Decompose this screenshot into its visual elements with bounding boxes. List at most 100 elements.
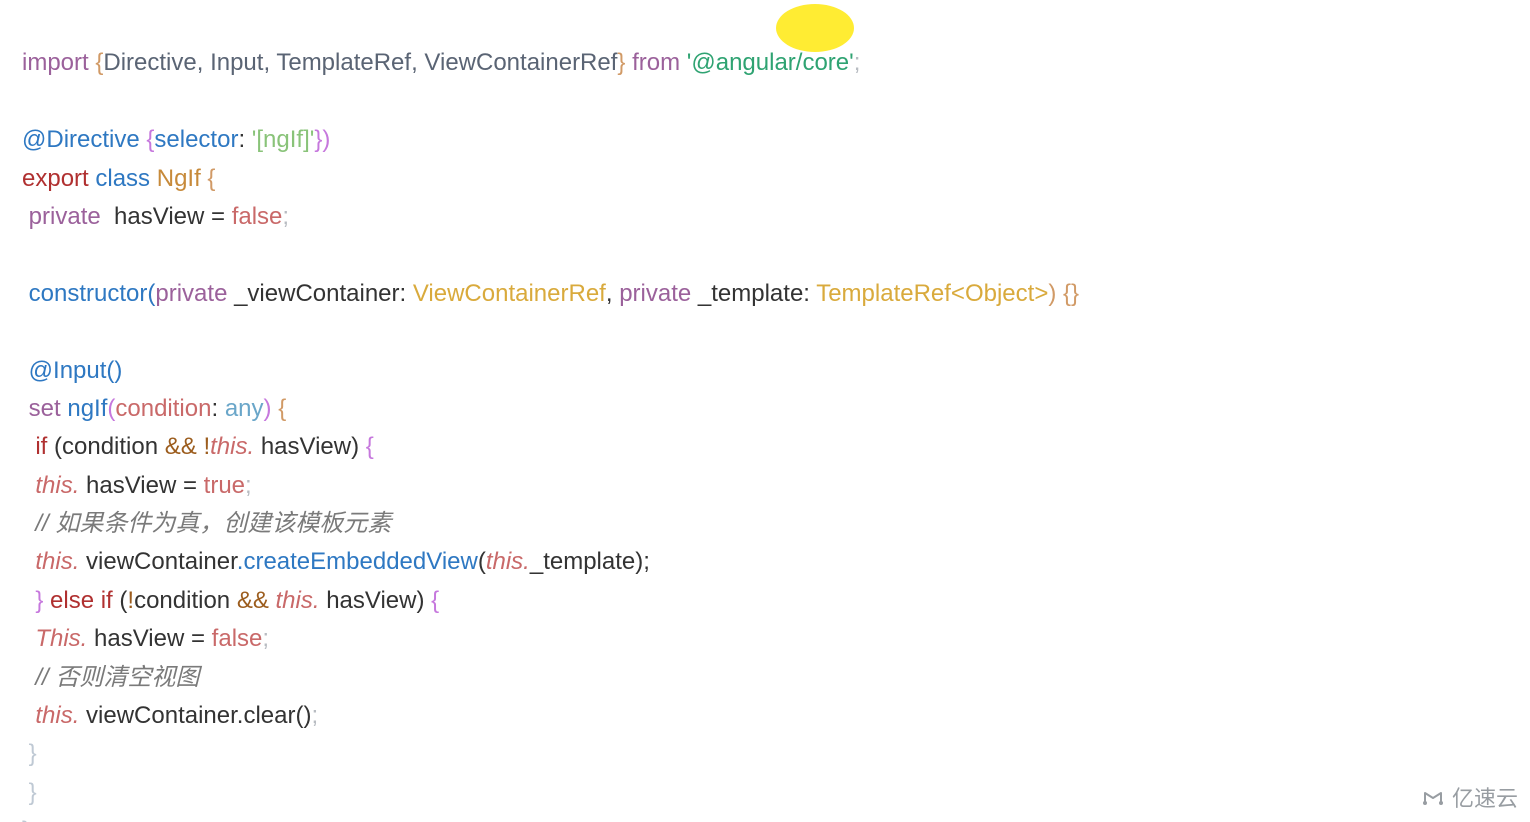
line-19: } [22, 740, 37, 767]
space [254, 433, 261, 460]
param-template: _template [698, 280, 803, 307]
line-11: if (condition && !this. hasView) { [22, 433, 374, 460]
line-15: } else if (!condition && this. hasView) … [22, 587, 439, 614]
call-clear: viewContainer.clear() [86, 702, 311, 729]
kw-private: private [22, 203, 114, 230]
watermark: 亿速云 [1420, 781, 1518, 816]
line-3: @Directive {selector: '[ngIf]'}) [22, 126, 330, 153]
line-10: set ngIf(condition: any) { [22, 395, 286, 422]
kw-export: export [22, 165, 95, 192]
line-4: export class NgIf { [22, 165, 215, 192]
line-20: } [22, 779, 37, 806]
prop-hasview: hasView = [94, 625, 212, 652]
paren: ( [478, 548, 486, 575]
kw-this: this. [35, 472, 79, 499]
kw-this-cap: This. [35, 625, 87, 652]
param-viewcontainer: _viewContainer [234, 280, 399, 307]
prop-viewcontainer: viewContainer [86, 548, 237, 575]
indent [22, 625, 35, 652]
line-1: import {Directive, Input, TemplateRef, V… [22, 49, 860, 76]
code-block: import { Directive, Input, TemplateRef, V… [0, 0, 1530, 822]
comma: , [606, 280, 619, 307]
kw-set: set [22, 395, 67, 422]
semicolon: ; [282, 203, 289, 230]
indent [22, 702, 35, 729]
kw-this: this. [35, 548, 79, 575]
paren: ) [322, 126, 330, 153]
indent [22, 548, 35, 575]
kw-this: this. [35, 702, 79, 729]
selector-key: selector [154, 126, 238, 153]
paren: ) [416, 587, 431, 614]
line-5: private hasView = false; [22, 203, 289, 230]
colon: : [211, 395, 224, 422]
kw-class: class [95, 165, 156, 192]
indent [22, 587, 35, 614]
literal-true: true [204, 472, 245, 499]
module-name: @angular/core [691, 49, 849, 76]
semicolon: ; [262, 625, 269, 652]
comment-clear: // 否则清空视图 [35, 664, 199, 691]
paren-sc: ); [635, 548, 650, 575]
watermark-logo-icon [1420, 788, 1446, 808]
prop-hasview: hasView = [86, 472, 204, 499]
method-createembeddedview: createEmbeddedView [243, 548, 477, 575]
indent [22, 472, 35, 499]
kw-import: import [22, 49, 95, 76]
line-9: @Input() [22, 357, 122, 384]
line-18: this. viewContainer.clear(); [22, 702, 318, 729]
decorator-directive: @Directive [22, 126, 146, 153]
paren: ) [264, 395, 279, 422]
indent [22, 664, 35, 691]
decorator-input: @Input() [22, 357, 122, 384]
line-16: This. hasView = false; [22, 625, 269, 652]
param-condition: condition [115, 395, 211, 422]
kw-this: this. [276, 587, 320, 614]
constructor: constructor( [22, 280, 155, 307]
indent [22, 779, 29, 806]
line-14: this. viewContainer.createEmbeddedView(t… [22, 548, 650, 575]
ctor-end: ) {} [1048, 280, 1079, 307]
indent [22, 510, 35, 537]
literal-false: false [212, 625, 263, 652]
prop-hasview: hasView = [114, 203, 232, 230]
line-13: // 如果条件为真，创建该模板元素 [22, 510, 391, 537]
semicolon: ; [311, 702, 318, 729]
import-names: Directive, Input, TemplateRef, ViewConta… [103, 49, 617, 76]
kw-elseif: else if [50, 587, 119, 614]
brace: { [278, 395, 286, 422]
brace: { [366, 433, 374, 460]
line-17: // 否则清空视图 [22, 664, 199, 691]
colon: : [400, 280, 413, 307]
semicolon: ; [854, 49, 861, 76]
setter-ngif: ngIf [67, 395, 107, 422]
kw-this: this. [486, 548, 530, 575]
var-condition: condition [134, 587, 237, 614]
close-brace: } [29, 779, 37, 806]
prop-hasview: hasView [326, 587, 416, 614]
semicolon: ; [245, 472, 252, 499]
prop-hasview: hasView [261, 433, 351, 460]
type-viewcontainerref: ViewContainerRef [413, 280, 606, 307]
close-brace: } [29, 740, 37, 767]
comment-create: // 如果条件为真，创建该模板元素 [35, 510, 391, 537]
kw-this: this. [210, 433, 254, 460]
kw-private: private [155, 280, 234, 307]
colon: : [238, 126, 251, 153]
literal-false: false [232, 203, 283, 230]
var-condition: condition [62, 433, 165, 460]
line-21: } [22, 817, 30, 822]
brace: { [207, 165, 215, 192]
type-any: any [225, 395, 264, 422]
paren: ) [351, 433, 366, 460]
op-and: && [165, 433, 204, 460]
colon: : [803, 280, 816, 307]
type-templateref: TemplateRef<Object> [816, 280, 1048, 307]
watermark-text: 亿速云 [1452, 781, 1518, 816]
prop-template: _template [530, 548, 635, 575]
kw-private: private [619, 280, 698, 307]
line-12: this. hasView = true; [22, 472, 252, 499]
brace: { [431, 587, 439, 614]
class-name: NgIf [157, 165, 208, 192]
close-brace: } [22, 817, 30, 822]
